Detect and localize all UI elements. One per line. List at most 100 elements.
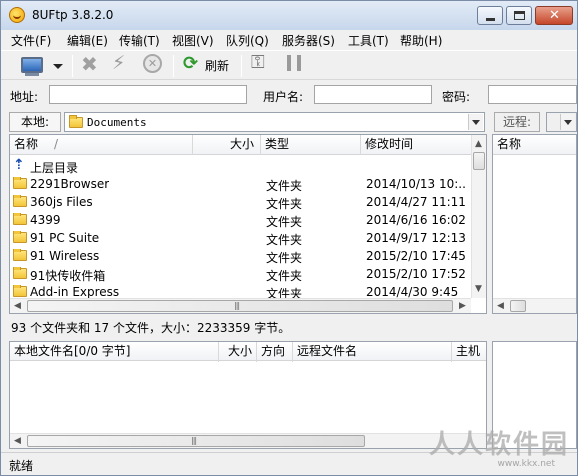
- column-local-filename[interactable]: 本地文件名[0/0 字节]: [10, 342, 219, 362]
- watermark-logo: 人人软件园: [428, 430, 569, 460]
- username-field[interactable]: [314, 85, 432, 104]
- local-path-value: Documents: [87, 116, 147, 129]
- file-modified: 2015/2/10 17:45: [366, 249, 466, 263]
- column-name[interactable]: 名称: [493, 135, 576, 155]
- file-name: 91 PC Suite: [30, 231, 100, 245]
- table-row[interactable]: 360js Files 文件夹 2014/4/27 11:11: [10, 193, 486, 211]
- close-button[interactable]: ✕: [535, 6, 573, 25]
- file-name: 91快传收件箱: [30, 269, 106, 283]
- local-list-header: 名称 / 大小 类型 修改时间: [10, 135, 471, 155]
- file-type: 文件夹: [266, 215, 303, 229]
- close-icon: ✕: [549, 8, 560, 23]
- scroll-down-icon[interactable]: ▼: [475, 284, 482, 294]
- file-modified: 2014/6/16 16:02: [366, 213, 466, 227]
- refresh-button[interactable]: 刷新: [205, 57, 229, 74]
- column-name[interactable]: 名称 /: [10, 135, 193, 155]
- password-field[interactable]: [488, 85, 577, 104]
- remote-horizontal-scrollbar[interactable]: ◀: [493, 298, 576, 313]
- cancel-icon[interactable]: ✕: [143, 54, 162, 73]
- pause-icon[interactable]: [287, 55, 301, 71]
- table-row[interactable]: 2291Browser 文件夹 2014/10/13 10:...: [10, 175, 486, 193]
- toolbar: ✖ ⚡ ✕ ⟳ 刷新 ⚿: [1, 50, 577, 80]
- quick-connect-bar: 地址: 用户名: 密码:: [1, 82, 577, 108]
- menu-server[interactable]: 服务器(S): [282, 32, 335, 49]
- menu-view[interactable]: 视图(V): [172, 32, 214, 49]
- scroll-thumb[interactable]: [510, 300, 526, 312]
- password-label: 密码:: [442, 90, 471, 104]
- title-bar: 8UFtp 3.8.2.0 ✕: [1, 1, 577, 30]
- scroll-right-icon[interactable]: ▶: [459, 301, 466, 311]
- address-field[interactable]: [49, 85, 247, 104]
- scroll-up-icon[interactable]: ▲: [475, 139, 482, 149]
- column-modified[interactable]: 修改时间: [361, 135, 471, 155]
- table-row[interactable]: 91快传收件箱 文件夹 2015/2/10 17:52: [10, 265, 486, 283]
- local-vertical-scrollbar[interactable]: ▲ ▼: [471, 135, 486, 298]
- chevron-down-icon[interactable]: [53, 64, 63, 69]
- scroll-left-icon[interactable]: ◀: [14, 436, 21, 446]
- column-remote-filename[interactable]: 远程文件名: [293, 342, 452, 362]
- maximize-icon: [514, 11, 525, 20]
- menu-help[interactable]: 帮助(H): [400, 32, 442, 49]
- disconnect-icon[interactable]: ✖: [81, 52, 98, 76]
- file-modified: 2014/4/27 11:11: [366, 195, 466, 209]
- column-type[interactable]: 类型: [261, 135, 361, 155]
- grip-icon: |||: [191, 436, 197, 445]
- address-label: 地址:: [10, 90, 39, 104]
- menu-transfer[interactable]: 传输(T): [119, 32, 160, 49]
- remote-file-list[interactable]: 名称 ◀: [492, 134, 577, 314]
- username-label: 用户名:: [263, 90, 304, 104]
- file-modified: 2014/4/30 9:45: [366, 285, 459, 299]
- column-size[interactable]: 大小: [193, 135, 261, 155]
- local-horizontal-scrollbar[interactable]: ◀ ||| ▶: [10, 298, 471, 313]
- folder-icon: [13, 177, 27, 189]
- local-file-list[interactable]: 名称 / 大小 类型 修改时间 ⇡ 上层目录 2291Browser 文件夹 20…: [9, 134, 487, 314]
- transfer-queue[interactable]: 本地文件名[0/0 字节] 大小 方向 远程文件名 主机 ◀ |||: [9, 341, 487, 449]
- local-status-text: 93 个文件夹和 17 个文件，大小：2233359 字节。: [11, 321, 291, 335]
- column-direction[interactable]: 方向: [257, 342, 293, 362]
- minimize-icon: [486, 18, 495, 21]
- toolbar-separator: [72, 55, 73, 77]
- app-window: 8UFtp 3.8.2.0 ✕ 文件(F) 编辑(E) 传输(T) 视图(V) …: [0, 0, 578, 476]
- scroll-thumb[interactable]: |||: [27, 435, 365, 447]
- minimize-button[interactable]: [477, 6, 503, 25]
- table-row[interactable]: 91 Wireless 文件夹 2015/2/10 17:45: [10, 247, 486, 265]
- key-icon[interactable]: ⚿: [251, 52, 265, 73]
- maximize-button[interactable]: [506, 6, 532, 25]
- status-text: 就绪: [9, 459, 34, 473]
- menu-file[interactable]: 文件(F): [11, 32, 51, 49]
- column-queue-size[interactable]: 大小: [219, 342, 257, 362]
- table-row[interactable]: 91 PC Suite 文件夹 2014/9/17 12:13: [10, 229, 486, 247]
- chevron-down-icon[interactable]: [560, 114, 575, 130]
- column-host[interactable]: 主机: [452, 342, 486, 362]
- remote-path-combo[interactable]: [546, 112, 577, 132]
- local-path-combo[interactable]: Documents: [64, 112, 485, 132]
- table-row[interactable]: 4399 文件夹 2014/6/16 16:02: [10, 211, 486, 229]
- scroll-thumb[interactable]: [473, 152, 485, 170]
- reconnect-icon[interactable]: ⚡: [112, 52, 125, 74]
- parent-directory-row[interactable]: ⇡ 上层目录: [10, 157, 486, 175]
- file-type: 文件夹: [266, 269, 303, 283]
- toolbar-separator: [173, 55, 174, 77]
- scroll-thumb[interactable]: |||: [27, 300, 453, 312]
- grip-icon: |||: [234, 301, 240, 310]
- queue-horizontal-scrollbar[interactable]: ◀ |||: [10, 433, 486, 448]
- chevron-down-icon[interactable]: [468, 114, 483, 130]
- file-name: 91 Wireless: [30, 249, 100, 263]
- folder-icon: [13, 195, 27, 207]
- watermark-url: www.kkx.net: [497, 459, 556, 469]
- menu-edit[interactable]: 编辑(E): [67, 32, 108, 49]
- folder-icon: [13, 249, 27, 261]
- up-arrow-icon: ⇡: [13, 157, 25, 173]
- refresh-icon[interactable]: ⟳: [183, 53, 198, 74]
- app-logo-icon: [9, 7, 25, 23]
- menu-tools[interactable]: 工具(T): [348, 32, 389, 49]
- file-type: 文件夹: [266, 179, 303, 193]
- window-title: 8UFtp 3.8.2.0: [32, 8, 114, 22]
- folder-icon: [13, 285, 27, 297]
- menu-queue[interactable]: 队列(Q): [226, 32, 269, 49]
- site-manager-button[interactable]: [17, 54, 67, 78]
- scroll-left-icon[interactable]: ◀: [14, 301, 21, 311]
- scroll-left-icon[interactable]: ◀: [497, 301, 504, 311]
- remote-label: 远程:: [494, 112, 540, 132]
- folder-icon: [13, 267, 27, 279]
